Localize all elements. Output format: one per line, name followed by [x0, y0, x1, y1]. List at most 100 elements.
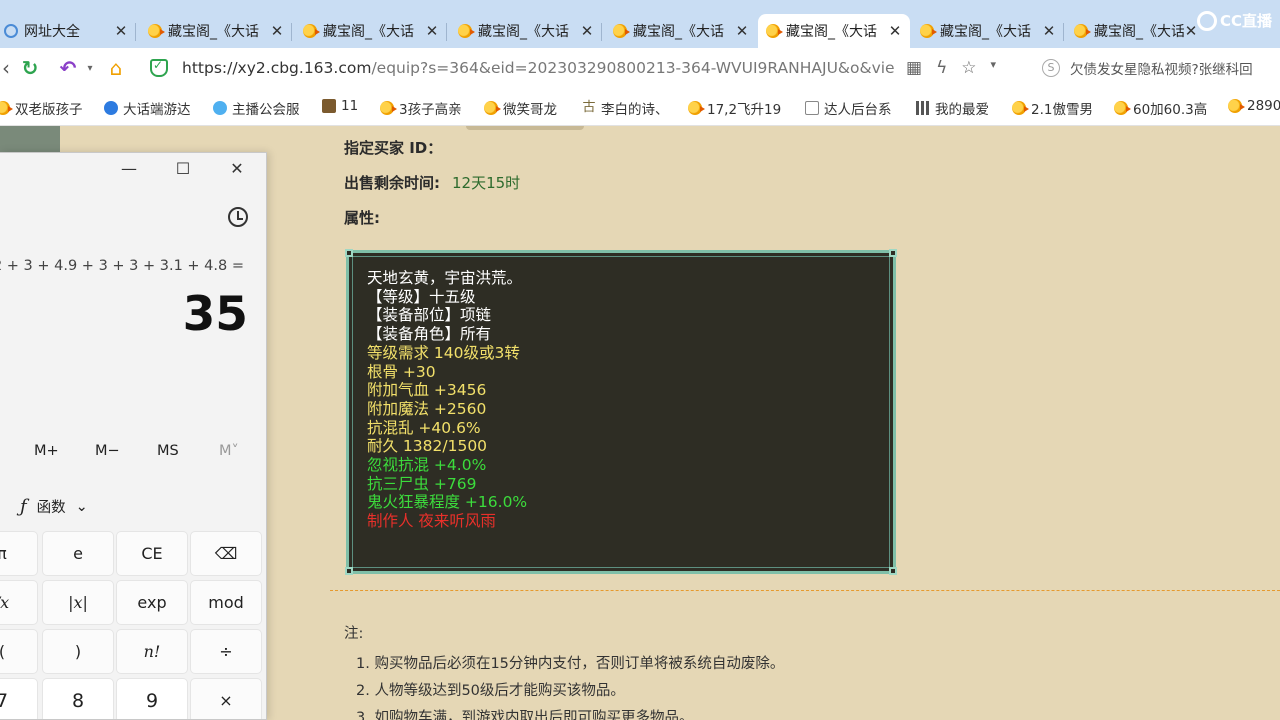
- tab-2[interactable]: 藏宝阁_《大话 ✕: [295, 14, 447, 48]
- divide-key[interactable]: ÷: [190, 629, 262, 674]
- calculator-window: — ☐ ✕ + 1.2 + 3 + 4.9 + 3 + 3 + 3.1 + 4.…: [0, 152, 267, 720]
- function-dropdown[interactable]: ƒ 函数 ⌄: [20, 496, 88, 517]
- close-tab-icon[interactable]: ✕: [425, 22, 439, 40]
- chicken-icon: [1114, 101, 1131, 115]
- attr-line: 抗混乱 +40.6%: [367, 418, 481, 437]
- search-engine-icon: S: [1042, 59, 1060, 77]
- close-tab-icon[interactable]: ✕: [1042, 22, 1056, 40]
- close-button[interactable]: ✕: [222, 159, 252, 178]
- tab-5-active[interactable]: 藏宝阁_《大话 ✕: [758, 14, 910, 48]
- undo-icon[interactable]: ↶: [56, 56, 80, 80]
- factorial-key[interactable]: n!: [116, 629, 188, 674]
- tab-0[interactable]: 网址大全 ✕: [0, 14, 136, 48]
- memory-add-button[interactable]: M+: [34, 443, 59, 459]
- chicken-icon: [1228, 99, 1245, 113]
- search-input[interactable]: S 欠债发女星隐私视频?张继科回: [1042, 57, 1280, 79]
- backspace-key[interactable]: ⌫: [190, 531, 262, 576]
- bookmark-11[interactable]: 60加60.3高: [1114, 98, 1207, 118]
- memory-subtract-button[interactable]: M−: [95, 443, 120, 459]
- close-tab-icon[interactable]: ✕: [580, 22, 594, 40]
- bookmark-1[interactable]: 大话端游达: [104, 98, 191, 118]
- bookmark-12[interactable]: 2890: [1228, 98, 1280, 114]
- bookmark-5[interactable]: 微笑哥龙: [484, 98, 557, 118]
- qr-code-icon[interactable]: ▦: [906, 58, 922, 78]
- memory-store-button[interactable]: MS: [157, 443, 179, 459]
- bookmark-label: 11: [341, 98, 359, 114]
- url-tools: ▦ ϟ ☆ ▾: [906, 58, 996, 78]
- back-icon[interactable]: ‹: [0, 56, 18, 80]
- url-field[interactable]: https://xy2.cbg.163.com/equip?s=364&eid=…: [150, 53, 1025, 83]
- multiply-key[interactable]: ×: [190, 678, 262, 719]
- chicken-icon: [613, 24, 630, 38]
- attributes-label: 属性:: [344, 209, 380, 227]
- bookmark-0[interactable]: 双老版孩子: [0, 98, 83, 118]
- bookmark-2[interactable]: 主播公会服: [213, 98, 300, 118]
- bookmark-label: 17,2飞升19: [707, 102, 782, 118]
- mod-key[interactable]: mod: [190, 580, 262, 625]
- maximize-button[interactable]: ☐: [168, 159, 198, 178]
- tab-7[interactable]: 藏宝阁_《大话 ✕: [1066, 14, 1206, 48]
- clear-entry-key[interactable]: CE: [116, 531, 188, 576]
- close-paren-key[interactable]: ): [42, 629, 114, 674]
- bookmark-3[interactable]: 11: [322, 98, 358, 114]
- chevron-down-icon: ⌄: [75, 498, 88, 515]
- dropdown-icon[interactable]: ▾: [78, 56, 102, 80]
- pi-key[interactable]: π: [0, 531, 38, 576]
- bookmark-label: 2890: [1247, 98, 1280, 114]
- open-paren-key[interactable]: (: [0, 629, 38, 674]
- close-tab-icon[interactable]: ✕: [888, 22, 902, 40]
- expression-display: + 1.2 + 3 + 4.9 + 3 + 3 + 3.1 + 4.8 =: [0, 258, 244, 274]
- close-tab-icon[interactable]: ✕: [735, 22, 749, 40]
- tab-3[interactable]: 藏宝阁_《大话 ✕: [450, 14, 602, 48]
- bookmark-8[interactable]: 达人后台系: [805, 98, 892, 118]
- digit-7-key[interactable]: 7: [0, 678, 38, 719]
- digit-9-key[interactable]: 9: [116, 678, 188, 719]
- partial-button[interactable]: [466, 126, 584, 130]
- chicken-icon: [148, 24, 165, 38]
- tab-4[interactable]: 藏宝阁_《大话 ✕: [605, 14, 757, 48]
- star-icon[interactable]: ☆: [961, 58, 976, 78]
- doc-icon: [805, 101, 819, 115]
- tab-1[interactable]: 藏宝阁_《大话 ✕: [140, 14, 292, 48]
- tab-title: 藏宝阁_《大话: [940, 24, 1031, 40]
- exp-key[interactable]: exp: [116, 580, 188, 625]
- li-icon: 古: [582, 100, 596, 115]
- bookmark-4[interactable]: 3孩子高亲: [380, 98, 462, 118]
- notes-title: 注:: [344, 626, 364, 642]
- corner-ornament: [889, 567, 897, 575]
- secure-shield-icon: [150, 58, 168, 77]
- corner-ornament: [889, 249, 897, 257]
- home-icon[interactable]: ⌂: [104, 56, 128, 80]
- bookmark-label: 双老版孩子: [15, 102, 83, 118]
- time-left-value: 12天15时: [452, 174, 521, 192]
- image-icon: [322, 99, 336, 113]
- reload-icon[interactable]: ↻: [18, 56, 42, 80]
- e-key[interactable]: e: [42, 531, 114, 576]
- buyer-id-label: 指定买家 ID：: [344, 139, 443, 157]
- note-item: 1. 购买物品后必须在15分钟内支付，否则订单将被系统自动废除。: [356, 656, 785, 672]
- time-left-label: 出售剩余时间:: [344, 174, 440, 192]
- minimize-button[interactable]: —: [114, 159, 144, 178]
- close-tab-icon[interactable]: ✕: [1184, 22, 1198, 40]
- url-text: https://xy2.cbg.163.com/equip?s=364&eid=…: [182, 59, 894, 77]
- chicken-icon: [0, 101, 13, 115]
- background-window-edge: [0, 126, 60, 152]
- bookmark-10[interactable]: 2.1傲雪男: [1012, 98, 1093, 118]
- lightning-icon[interactable]: ϟ: [936, 58, 947, 78]
- absolute-key[interactable]: |x|: [42, 580, 114, 625]
- bookmark-9[interactable]: 我的最爱: [916, 98, 989, 118]
- memory-list-button[interactable]: M˅: [219, 443, 239, 459]
- chevron-down-icon[interactable]: ▾: [991, 58, 997, 78]
- attr-line: 【装备角色】所有: [367, 325, 492, 344]
- tab-6[interactable]: 藏宝阁_《大话 ✕: [912, 14, 1064, 48]
- digit-8-key[interactable]: 8: [42, 678, 114, 719]
- attr-line: 制作人 夜来听风雨: [367, 512, 496, 531]
- close-tab-icon[interactable]: ✕: [114, 22, 128, 40]
- attr-line: 附加气血 +3456: [367, 381, 487, 400]
- cloud-icon: [213, 101, 227, 115]
- bookmark-6[interactable]: 古李白的诗、: [582, 98, 668, 119]
- history-icon[interactable]: [228, 207, 248, 227]
- reciprocal-key[interactable]: /x: [0, 580, 38, 625]
- close-tab-icon[interactable]: ✕: [270, 22, 284, 40]
- bookmark-7[interactable]: 17,2飞升19: [688, 98, 781, 118]
